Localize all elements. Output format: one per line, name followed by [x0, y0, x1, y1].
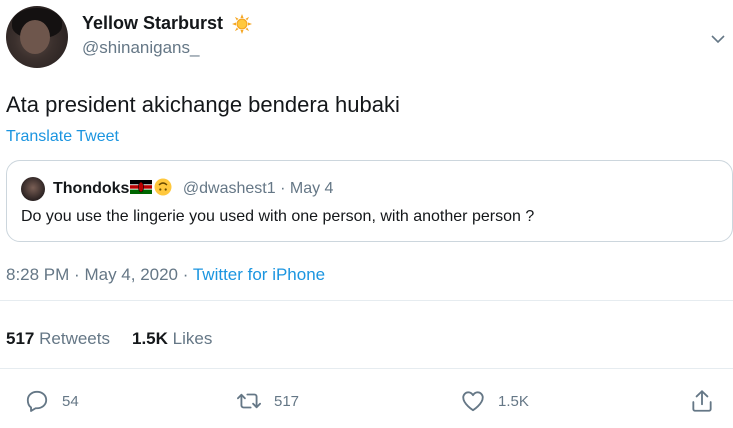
- divider: [0, 368, 733, 369]
- share-icon: [692, 390, 712, 412]
- kenya-flag-icon: [130, 180, 153, 194]
- share-button[interactable]: [689, 384, 727, 418]
- heart-icon: [462, 391, 484, 412]
- reply-count: 54: [62, 392, 79, 410]
- likes-count: 1.5K: [131, 329, 168, 348]
- quoted-separator: ·: [280, 180, 286, 197]
- quoted-text: Do you use the lingerie you used with on…: [21, 208, 535, 225]
- reply-button[interactable]: 54: [24, 384, 79, 418]
- tweet-header: Yellow Starburst @shinanigans_: [6, 6, 727, 70]
- retweet-count: 517: [274, 392, 300, 410]
- retweets-label: Retweets: [39, 329, 110, 348]
- likes-label: Likes: [172, 329, 213, 348]
- tweet-source-link[interactable]: Twitter for iPhone: [193, 265, 325, 284]
- reply-icon: [26, 390, 48, 412]
- quoted-handle[interactable]: @dwashest1: [183, 180, 276, 197]
- like-count: 1.5K: [498, 392, 529, 410]
- author-avatar[interactable]: [6, 6, 68, 68]
- like-button[interactable]: 1.5K: [460, 384, 529, 418]
- author-display-name[interactable]: Yellow Starburst: [82, 13, 223, 34]
- tweet-stats: 517 Retweets 1.5K Likes: [6, 329, 212, 349]
- quoted-tweet[interactable]: Thondoks @dwashest1 · May 4 Do you use t…: [6, 160, 733, 242]
- retweets-count: 517: [6, 329, 35, 348]
- tweet-text: Ata president akichange bendera hubaki: [6, 92, 400, 117]
- tweet-date[interactable]: May 4, 2020: [84, 265, 178, 284]
- translate-tweet-link[interactable]: Translate Tweet: [6, 128, 119, 146]
- retweet-icon: [237, 393, 261, 409]
- timestamp-separator-2: ·: [182, 265, 189, 284]
- retweets-stat[interactable]: 517 Retweets: [6, 329, 110, 348]
- avatar-face: [20, 20, 50, 54]
- tweet-actions: 54 517 1.5K: [0, 384, 733, 418]
- timestamp-separator: ·: [74, 265, 80, 284]
- sun-emoji-icon: [231, 13, 252, 34]
- divider: [0, 300, 733, 301]
- quoted-date[interactable]: May 4: [290, 180, 334, 197]
- quoted-header: Thondoks @dwashest1 · May 4: [53, 178, 333, 198]
- author-handle[interactable]: @shinanigans_: [82, 38, 252, 58]
- tweet-timestamp: 8:28 PM · May 4, 2020 · Twitter for iPho…: [6, 265, 325, 285]
- upside-down-face-icon: [154, 178, 172, 196]
- quoted-meta: @dwashest1 · May 4: [183, 180, 334, 197]
- tweet-time[interactable]: 8:28 PM: [6, 265, 69, 284]
- quoted-avatar[interactable]: [21, 177, 45, 201]
- author-name-block[interactable]: Yellow Starburst @shinanigans_: [82, 13, 252, 58]
- chevron-down-icon[interactable]: [709, 30, 727, 48]
- quoted-name[interactable]: Thondoks: [53, 180, 129, 197]
- retweet-button[interactable]: 517: [236, 384, 299, 418]
- likes-stat[interactable]: 1.5K Likes: [132, 329, 212, 348]
